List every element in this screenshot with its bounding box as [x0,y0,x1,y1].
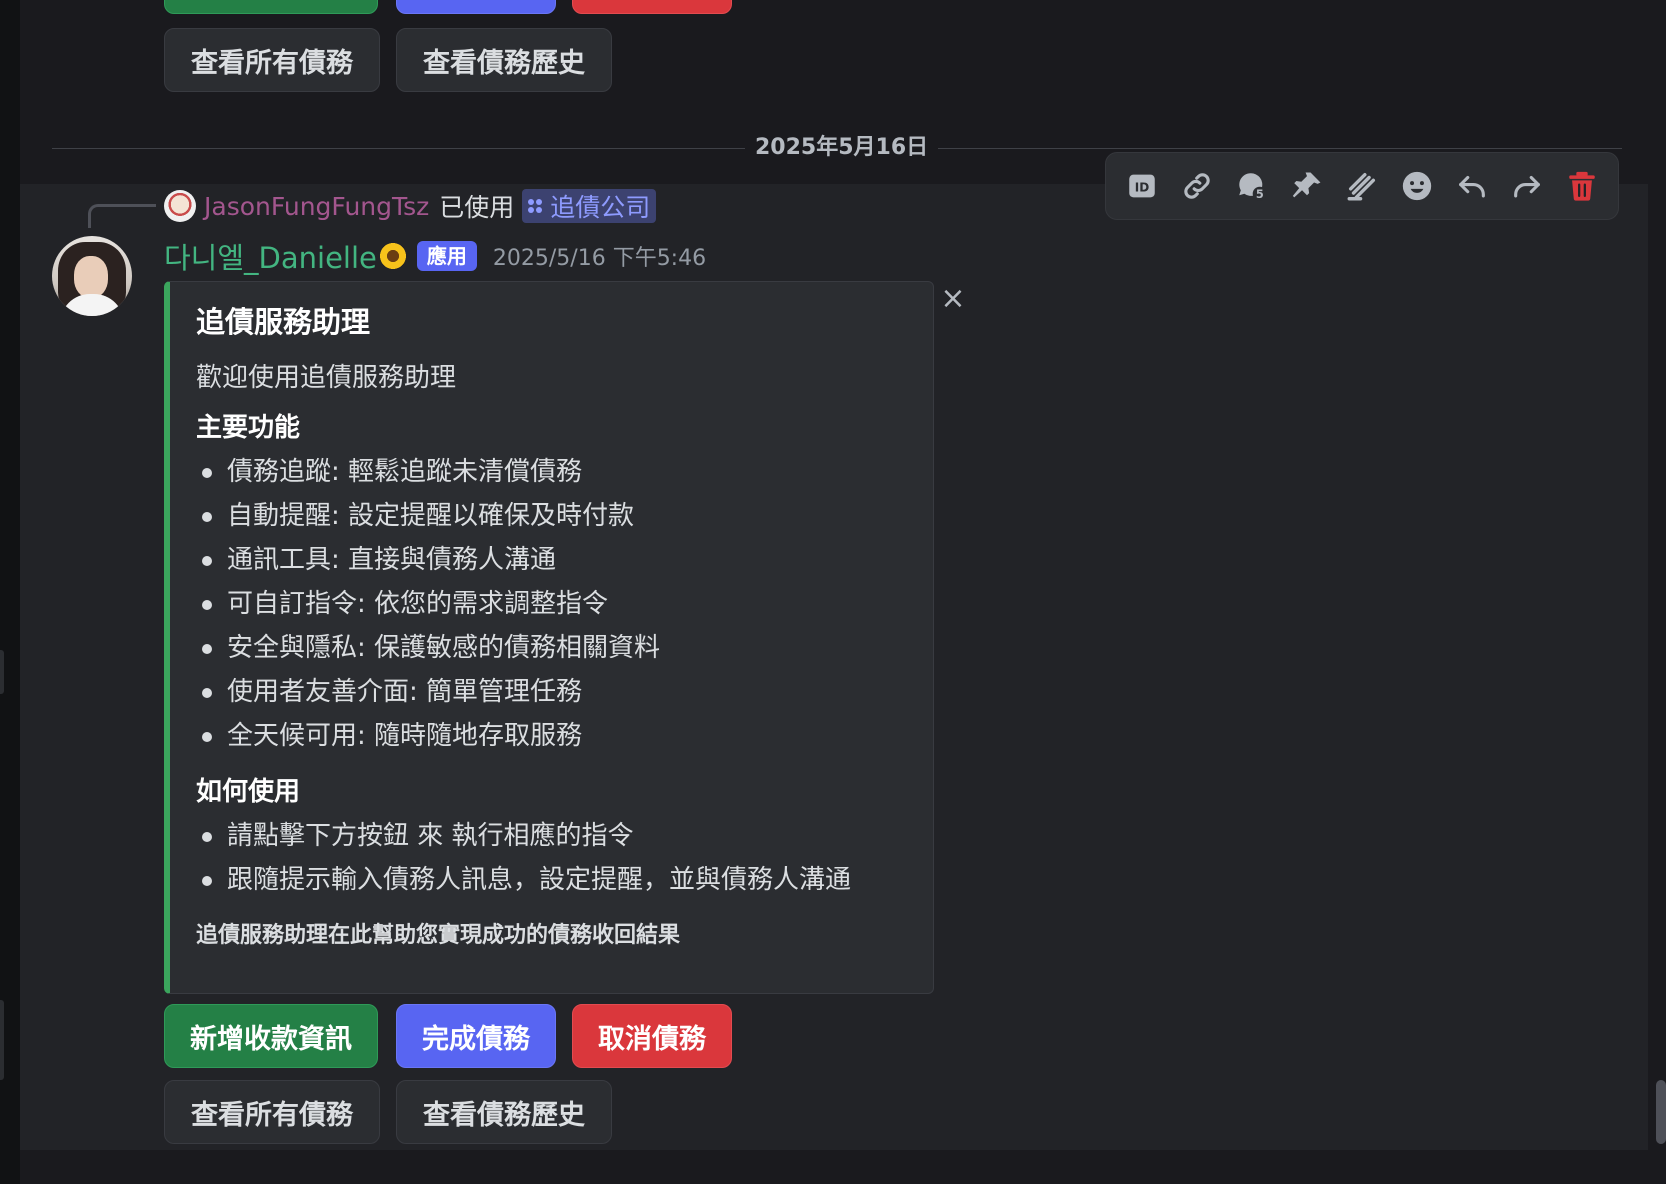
author-name[interactable]: 다니엘_Danielle [164,235,377,277]
gutter-tab [0,650,4,694]
forward-button[interactable] [1499,160,1554,212]
reply-username[interactable]: JasonFungFungTsz [204,192,429,221]
features-list: 債務追蹤: 輕鬆追蹤未清償債務 自動提醒: 設定提醒以確保及時付款 通訊工具: … [196,450,909,758]
thread-icon: 5 [1238,173,1267,201]
trash-icon [1568,171,1595,201]
complete-debt-button[interactable]: 完成債務 [396,1004,556,1068]
list-item: 自動提醒: 設定提醒以確保及時付款 [196,494,909,538]
view-debt-history-button[interactable]: 查看債務歷史 [396,1080,612,1144]
forward-icon [1513,175,1540,198]
reply-button[interactable] [1444,160,1499,212]
command-reference[interactable]: JasonFungFungTsz 已使用 追債公司 [164,188,657,224]
pin-icon [1292,172,1320,198]
app-badge: 應用 [416,241,477,271]
message-timestamp[interactable]: 2025/5/16 下午5:46 [493,240,706,272]
embed-card: 追債服務助理 歡迎使用追債服務助理 主要功能 債務追蹤: 輕鬆追蹤未清償債務 自… [164,281,934,994]
slash-command-icon [528,199,543,213]
gutter-tab [0,1000,4,1080]
list-item: 債務追蹤: 輕鬆追蹤未清償債務 [196,450,909,494]
scrollbar-thumb[interactable] [1656,1080,1666,1144]
reply-icon [1458,175,1485,198]
app-frame: 查看所有債務 查看債務歷史 2025年5月16日 ID 5 JasonFungF… [0,0,1666,1184]
list-item: 安全與隱私: 保護敏感的債務相關資料 [196,626,909,670]
view-all-debts-button[interactable]: 查看所有債務 [164,1080,380,1144]
message-actions-toolbar: ID 5 [1105,152,1619,220]
sunflower-icon [378,242,407,270]
command-name: 追債公司 [550,193,651,222]
prev-view-all-button[interactable]: 查看所有債務 [164,28,380,92]
add-payment-button[interactable]: 新增收款資訊 [164,1004,378,1068]
svg-text:5: 5 [1255,187,1263,201]
message-header: 다니엘_Danielle 應用 2025/5/16 下午5:46 [164,236,706,276]
stack-icon [1347,172,1375,201]
list-item: 使用者友善介面: 簡單管理任務 [196,670,909,714]
add-reaction-button[interactable] [1389,160,1444,212]
emoji-icon [1402,171,1431,201]
list-item: 跟隨提示輸入債務人訊息，設定提醒，並與債務人溝通 [196,858,909,902]
command-mention[interactable]: 追債公司 [522,189,657,223]
embed-footer: 追債服務助理在此幫助您實現成功的債務收回結果 [196,923,681,948]
prev-view-history-button[interactable]: 查看債務歷史 [396,28,612,92]
list-item: 全天候可用: 隨時隨地存取服務 [196,714,909,758]
embed-title: 追債服務助理 [196,305,371,339]
id-icon: ID [1128,174,1155,198]
list-item: 可自訂指令: 依您的需求調整指令 [196,582,909,626]
list-item: 請點擊下方按鈕 來 執行相應的指令 [196,814,909,858]
usage-heading: 如何使用 [196,777,301,807]
author-avatar[interactable] [52,236,132,316]
link-icon [1183,173,1210,199]
reply-avatar[interactable] [164,190,196,222]
usage-list: 請點擊下方按鈕 來 執行相應的指令 跟隨提示輸入債務人訊息，設定提醒，並與債務人… [196,814,909,902]
close-icon[interactable]: × [938,284,968,314]
reply-spine [88,204,156,228]
cancel-debt-button[interactable]: 取消債務 [572,1004,732,1068]
create-thread-button[interactable]: 5 [1224,160,1279,212]
embed-description: 歡迎使用追債服務助理 [196,363,457,393]
prev-cancel-button[interactable] [572,0,732,14]
left-gutter [0,0,20,1184]
delete-message-button[interactable] [1554,160,1609,212]
pin-message-button[interactable] [1279,160,1334,212]
features-heading: 主要功能 [196,413,301,443]
apps-button[interactable] [1334,160,1389,212]
prev-complete-button[interactable] [396,0,556,14]
copy-id-button[interactable]: ID [1114,160,1169,212]
reply-verb: 已使用 [439,193,515,222]
svg-text:ID: ID [1134,181,1148,195]
list-item: 通訊工具: 直接與債務人溝通 [196,538,909,582]
copy-link-button[interactable] [1169,160,1224,212]
prev-add-payment-button[interactable] [164,0,378,14]
date-divider-label: 2025年5月16日 [745,132,939,164]
